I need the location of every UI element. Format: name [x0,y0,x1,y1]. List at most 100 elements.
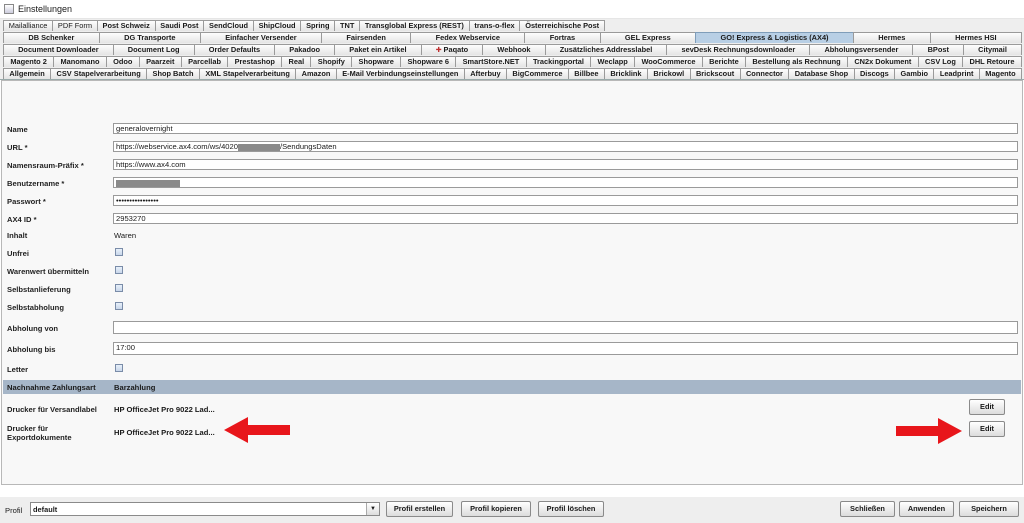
edit-export-button[interactable]: Edit [969,421,1005,437]
tab-spring[interactable]: Spring [300,20,336,31]
tab-label: Odoo [113,57,133,66]
tab-paarzeit[interactable]: Paarzeit [138,56,182,67]
tab-xml-stapelverarbeitung[interactable]: XML Stapelverarbeitung [198,68,297,79]
tab-brickscout[interactable]: Brickscout [689,68,741,79]
abholung-von-field[interactable] [113,321,1018,334]
tab-einfacher-versender[interactable]: Einfacher Versender [199,32,323,43]
tab-order-defaults[interactable]: Order Defaults [193,44,276,55]
schliessen-button[interactable]: Schließen [840,501,895,517]
tab-prestashop[interactable]: Prestashop [227,56,283,67]
unfrei-checkbox[interactable] [115,248,123,256]
tab-mailalliance[interactable]: Mailalliance [3,20,54,31]
tab-manomano[interactable]: Manomano [53,56,107,67]
tab-fortras[interactable]: Fortras [524,32,601,43]
tab-paqato[interactable]: ✚ Paqato [420,44,484,55]
tab-bigcommerce[interactable]: BigCommerce [506,68,569,79]
tab-document-log[interactable]: Document Log [112,44,195,55]
tab-amazon[interactable]: Amazon [295,68,337,79]
tab-hermes[interactable]: Hermes [852,32,931,43]
tab-shopware-6[interactable]: Shopware 6 [400,56,457,67]
tab-österreichische-post[interactable]: Österreichische Post [519,20,605,31]
tab-magento[interactable]: Magento [978,68,1023,79]
chevron-down-icon[interactable]: ▼ [366,503,379,515]
profil-loeschen-button[interactable]: Profil löschen [538,501,604,517]
tab-abholungsversender[interactable]: Abholungsversender [809,44,914,55]
tab-bpost[interactable]: BPost [912,44,965,55]
tab-tnt[interactable]: TNT [334,20,361,31]
tab-shop-batch[interactable]: Shop Batch [146,68,200,79]
anwenden-button[interactable]: Anwenden [899,501,954,517]
namespace-field[interactable]: https://www.ax4.com [113,159,1018,170]
tab-csv-log[interactable]: CSV Log [917,56,964,67]
profil-select[interactable]: default ▼ [30,502,380,516]
tab-csv-stapelverarbeitung[interactable]: CSV Stapelverarbeitung [50,68,148,79]
ax4-id-field[interactable]: 2953270 [113,213,1018,224]
tab-fairsenden[interactable]: Fairsenden [321,32,412,43]
tab-shipcloud[interactable]: ShipCloud [252,20,302,31]
tab-gel-express[interactable]: GEL Express [599,32,697,43]
tab-dhl-retoure[interactable]: DHL Retoure [962,56,1022,67]
tab-pdf-form[interactable]: PDF Form [52,20,98,31]
tab-sevdesk-rechnungsdownloader[interactable]: sevDesk Rechnungsdownloader [666,44,811,55]
tab-bricklink[interactable]: Bricklink [603,68,648,79]
tab-shopify[interactable]: Shopify [310,56,353,67]
tab-leadprint[interactable]: Leadprint [933,68,980,79]
tab-magento-2[interactable]: Magento 2 [3,56,55,67]
tab-transglobal-express-rest[interactable]: Transglobal Express (REST) [359,20,470,31]
tab-trans-o-flex[interactable]: trans-o-flex [468,20,521,31]
tab-dg-transporte[interactable]: DG Transporte [98,32,201,43]
tab-citymail[interactable]: Citymail [963,44,1022,55]
tab-webhook[interactable]: Webhook [482,44,546,55]
url-field[interactable]: https://webservice.ax4.com/ws/4020/Sendu… [113,141,1018,152]
tab-document-downloader[interactable]: Document Downloader [3,44,114,55]
tab-smartstore-net[interactable]: SmartStore.NET [455,56,527,67]
abholung-bis-field[interactable]: 17:00 [113,342,1018,355]
tab-odoo[interactable]: Odoo [105,56,140,67]
name-field[interactable]: generalovernight [113,123,1018,134]
tab-billbee[interactable]: Billbee [567,68,605,79]
password-field[interactable]: •••••••••••••••• [113,195,1018,206]
tab-shopware[interactable]: Shopware [351,56,402,67]
profil-erstellen-button[interactable]: Profil erstellen [386,501,453,517]
tab-pakadoo[interactable]: Pakadoo [274,44,336,55]
tab-woocommerce[interactable]: WooCommerce [634,56,703,67]
edit-versand-button[interactable]: Edit [969,399,1005,415]
tab-post-schweiz[interactable]: Post Schweiz [96,20,156,31]
tab-connector[interactable]: Connector [739,68,790,79]
tab-db-schenker[interactable]: DB Schenker [3,32,100,43]
selbstanlieferung-checkbox[interactable] [115,284,123,292]
inhalt-value[interactable]: Waren [114,231,136,240]
tab-gambio[interactable]: Gambio [894,68,935,79]
bottom-bar: Profil default ▼ Profil erstellen Profil… [0,497,1024,523]
tab-hermes-hsi[interactable]: Hermes HSI [929,32,1022,43]
tab-trackingportal[interactable]: Trackingportal [525,56,592,67]
speichern-button[interactable]: Speichern [959,501,1019,517]
tab-afterbuy[interactable]: Afterbuy [463,68,507,79]
selbstabholung-checkbox[interactable] [115,302,123,310]
tab-zusätzliches-addresslabel[interactable]: Zusätzliches Addresslabel [544,44,668,55]
drucker-export-label-1: Drucker für [7,424,48,433]
tab-cn2x-dokument[interactable]: CN2x Dokument [847,56,919,67]
tab-bestellung-als-rechnung[interactable]: Bestellung als Rechnung [745,56,848,67]
tab-weclapp[interactable]: Weclapp [590,56,636,67]
tab-discogs[interactable]: Discogs [853,68,896,79]
tab-label: Order Defaults [208,45,261,54]
tab-database-shop[interactable]: Database Shop [788,68,855,79]
tab-allgemein[interactable]: Allgemein [3,68,52,79]
tab-real[interactable]: Real [281,56,312,67]
warenwert-checkbox[interactable] [115,266,123,274]
tab-berichte[interactable]: Berichte [701,56,747,67]
username-field[interactable] [113,177,1018,188]
tab-fedex-webservice[interactable]: Fedex Webservice [410,32,526,43]
letter-checkbox[interactable] [115,364,123,372]
tab-e-mail-verbindungseinstellungen[interactable]: E-Mail Verbindungseinstellungen [335,68,465,79]
tab-go-express-logistics-ax4[interactable]: GO! Express & Logistics (AX4) [695,32,854,43]
tab-label: PDF Form [57,21,92,30]
tab-saudi-post[interactable]: Saudi Post [154,20,205,31]
tab-parcellab[interactable]: Parcellab [180,56,229,67]
nachnahme-row[interactable]: Nachnahme Zahlungsart Barzahlung [3,380,1021,394]
tab-sendcloud[interactable]: SendCloud [203,20,254,31]
tab-brickowl[interactable]: Brickowl [646,68,691,79]
profil-kopieren-button[interactable]: Profil kopieren [461,501,531,517]
tab-paket-ein-artikel[interactable]: Paket ein Artikel [334,44,422,55]
